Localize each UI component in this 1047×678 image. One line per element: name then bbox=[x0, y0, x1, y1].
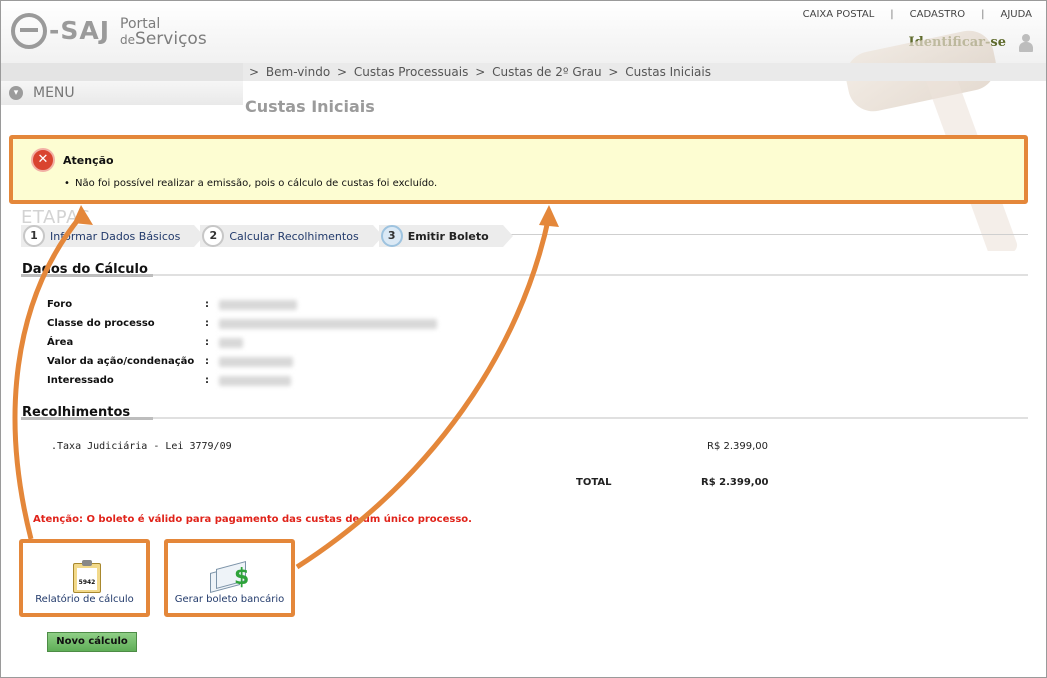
field-area-value bbox=[219, 338, 243, 348]
menu-toggle[interactable]: ▾ MENU bbox=[1, 81, 243, 105]
gerar-boleto-label: Gerar boleto bancário bbox=[174, 594, 285, 605]
top-links: CAIXA POSTAL | CADASTRO | AJUDA bbox=[803, 9, 1032, 20]
arrow-right-head bbox=[539, 205, 559, 227]
logo-saj: -SAJ bbox=[49, 16, 111, 45]
ajuda-link[interactable]: AJUDA bbox=[1001, 9, 1032, 20]
step-informar-dados[interactable]: 1 Informar Dados Básicos bbox=[21, 225, 205, 247]
tax-item-value: R$ 2.399,00 bbox=[707, 441, 769, 452]
error-x-icon: ✕ bbox=[31, 148, 55, 172]
error-alert: ✕ Atenção Não foi possível realizar a em… bbox=[9, 135, 1028, 204]
left-grey-strip bbox=[1, 63, 243, 81]
field-foro-label: Foro bbox=[47, 299, 73, 310]
field-valor-label: Valor da ação/condenação bbox=[47, 356, 195, 367]
breadcrumb: > Bem-vindo > Custas Processuais > Custa… bbox=[243, 63, 1046, 81]
esaj-logo[interactable]: -SAJ Portal deServiços bbox=[11, 13, 207, 49]
step-emitir-boleto: 3 Emitir Boleto bbox=[378, 225, 513, 247]
section-divider bbox=[21, 417, 1028, 420]
chevron-down-icon: ▾ bbox=[9, 86, 23, 100]
field-interessado-value bbox=[219, 376, 291, 386]
steps: 1 Informar Dados Básicos 2 Calcular Reco… bbox=[21, 225, 513, 247]
caixa-postal-link[interactable]: CAIXA POSTAL bbox=[803, 9, 875, 20]
gerar-boleto-button[interactable]: $ Gerar boleto bancário bbox=[164, 539, 295, 617]
identificar-se-link[interactable]: Identificar-se bbox=[909, 35, 1006, 50]
breadcrumb-custas-2-grau[interactable]: Custas de 2º Grau bbox=[492, 65, 601, 79]
alert-message: Não foi possível realizar a emissão, poi… bbox=[64, 178, 437, 189]
header: -SAJ Portal deServiços CAIXA POSTAL | CA… bbox=[1, 1, 1046, 63]
step-calcular-recolhimentos[interactable]: 2 Calcular Recolhimentos bbox=[200, 225, 384, 247]
boleto-dollar-icon: $ bbox=[208, 560, 254, 595]
total-label: TOTAL bbox=[576, 477, 612, 488]
section-divider bbox=[21, 274, 1028, 277]
field-interessado-label: Interessado bbox=[47, 375, 114, 386]
clipboard-report-icon: 5942 bbox=[73, 560, 101, 593]
menu-label: MENU bbox=[33, 85, 75, 101]
user-icon[interactable] bbox=[1018, 34, 1034, 52]
field-classe-label: Classe do processo bbox=[47, 318, 155, 329]
boleto-warning: Atenção: O boleto é válido para pagament… bbox=[33, 514, 472, 525]
cadastro-link[interactable]: CADASTRO bbox=[910, 9, 965, 20]
separator: | bbox=[981, 9, 985, 20]
logo-portal: Portal deServiços bbox=[120, 16, 207, 49]
breadcrumb-custas-iniciais: Custas Iniciais bbox=[625, 65, 711, 79]
field-area-label: Área bbox=[47, 337, 74, 348]
breadcrumb-custas-processuais[interactable]: Custas Processuais bbox=[354, 65, 468, 79]
breadcrumb-bem-vindo[interactable]: Bem-vindo bbox=[266, 65, 330, 79]
field-foro-value bbox=[219, 300, 297, 310]
page-title: Custas Iniciais bbox=[245, 97, 375, 116]
alert-title: Atenção bbox=[63, 154, 114, 167]
logo-e-icon bbox=[11, 13, 47, 49]
novo-calculo-button[interactable]: Novo cálculo bbox=[47, 632, 137, 652]
relatorio-calculo-label: Relatório de cálculo bbox=[35, 594, 134, 605]
field-classe-value bbox=[219, 319, 437, 329]
relatorio-calculo-button[interactable]: 5942 Relatório de cálculo bbox=[19, 539, 150, 617]
tax-item-name: .Taxa Judiciária - Lei 3779/09 bbox=[51, 441, 232, 452]
separator: | bbox=[890, 9, 894, 20]
total-value: R$ 2.399,00 bbox=[701, 477, 769, 488]
browser-frame: -SAJ Portal deServiços CAIXA POSTAL | CA… bbox=[0, 0, 1047, 678]
field-valor-value bbox=[219, 357, 293, 367]
